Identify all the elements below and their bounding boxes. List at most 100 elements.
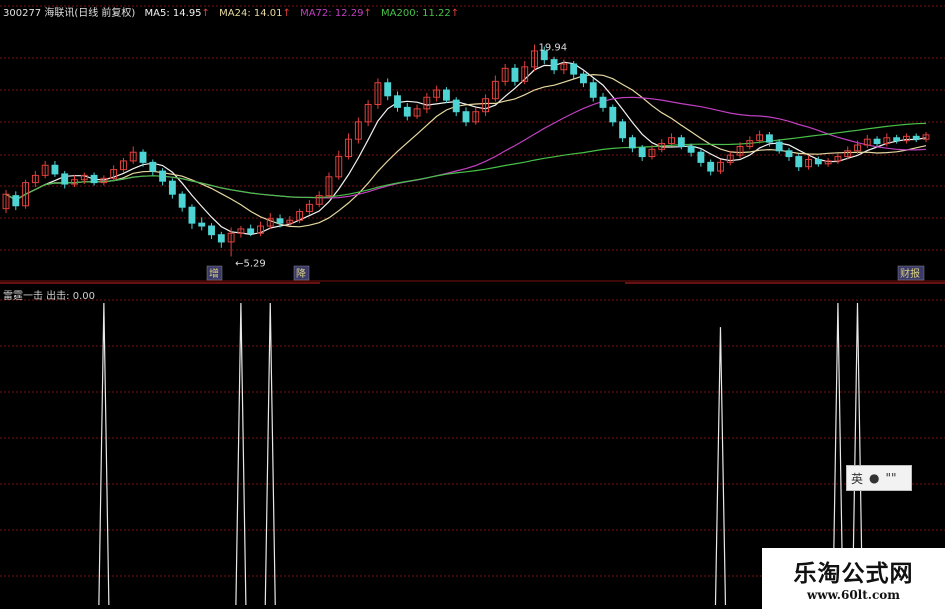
- moving-average-lines: [5, 61, 927, 236]
- candle: [824, 158, 832, 167]
- candle-body: [51, 164, 59, 175]
- candle: [120, 158, 127, 173]
- candle: [51, 160, 59, 177]
- candle: [198, 217, 206, 231]
- main-chart-header: 300277 海联讯(日线 前复权) MA5: 14.95↑ MA24: 14.…: [3, 4, 465, 19]
- candle: [168, 178, 176, 199]
- candle-body: [765, 134, 773, 143]
- candle: [893, 134, 901, 144]
- candle: [325, 172, 333, 199]
- candle: [726, 150, 734, 166]
- candlestick-series: [2, 44, 930, 257]
- candle: [41, 160, 49, 179]
- price-annotation: 19.94: [539, 43, 568, 54]
- candle-body: [795, 156, 803, 168]
- candle: [452, 97, 460, 117]
- candle-body: [785, 150, 793, 158]
- candle-body: [550, 59, 558, 71]
- candle-body: [159, 170, 167, 182]
- candle: [257, 221, 264, 237]
- ma5-line: [5, 61, 927, 236]
- candle: [110, 165, 118, 182]
- candle: [22, 179, 30, 209]
- watermark-title: 乐淘公式网: [793, 561, 914, 587]
- candle: [873, 136, 881, 147]
- candle: [550, 56, 558, 75]
- candle: [413, 104, 421, 119]
- candle: [149, 159, 157, 176]
- indicator-signal-series: [98, 302, 864, 606]
- candle-body: [589, 82, 597, 98]
- candle: [364, 100, 372, 127]
- candle: [423, 92, 431, 114]
- candle-body: [188, 206, 196, 224]
- event-marker: 增: [209, 267, 219, 280]
- candle-body: [198, 222, 206, 227]
- price-annotation: ←5.29: [235, 259, 266, 270]
- ime-toolbar[interactable]: 英 ● "": [846, 465, 912, 491]
- candle: [90, 172, 98, 186]
- candle-body: [697, 151, 705, 163]
- candle: [697, 149, 705, 167]
- candle-body: [217, 234, 225, 243]
- candle: [834, 153, 842, 164]
- candle: [668, 133, 675, 147]
- candle: [717, 159, 724, 174]
- candle: [2, 189, 10, 214]
- candle: [31, 171, 39, 187]
- candle: [433, 85, 441, 102]
- candle: [345, 133, 352, 160]
- candle: [619, 118, 627, 143]
- candle: [922, 131, 930, 143]
- candle: [628, 134, 636, 153]
- candle-body: [178, 193, 186, 208]
- candle-body: [619, 121, 627, 139]
- upper-grid: [0, 5, 945, 282]
- candle: [511, 63, 519, 86]
- ime-punct-icon[interactable]: "": [886, 471, 897, 485]
- candle: [580, 71, 587, 88]
- candle-body: [638, 147, 646, 158]
- candle: [178, 191, 186, 212]
- candle-body: [394, 95, 401, 108]
- candle: [61, 171, 69, 189]
- candle-body: [168, 180, 176, 195]
- candle-body: [462, 111, 470, 123]
- candle: [12, 191, 20, 211]
- ma5-value: MA5: 14.95↑: [144, 8, 210, 19]
- candle: [482, 94, 490, 117]
- candle: [805, 155, 812, 170]
- candle-body: [775, 141, 783, 152]
- candle: [775, 139, 783, 154]
- candle: [100, 175, 108, 186]
- lower-grid: [0, 282, 945, 577]
- candle-body: [442, 89, 450, 101]
- event-marker: 财报: [900, 267, 920, 280]
- ma24-value: MA24: 14.01↑: [219, 8, 291, 19]
- stock-chart-screen: 19.94 ←5.29 增 降 财报 300277 海联讯(日线 前复权) MA5: 1…: [0, 0, 945, 609]
- candle-body: [149, 161, 157, 172]
- candle: [188, 204, 196, 229]
- candle: [374, 78, 382, 109]
- ma200-value: MA200: 11.22↑: [381, 8, 460, 19]
- candle-body: [628, 137, 636, 149]
- candle: [785, 147, 793, 161]
- candle: [237, 226, 245, 238]
- candle-body: [873, 138, 881, 145]
- ime-lang-toggle[interactable]: 英: [851, 470, 863, 487]
- candle-body: [814, 158, 822, 165]
- signal-spike: [235, 302, 247, 606]
- candle: [462, 107, 470, 127]
- candle: [354, 117, 362, 144]
- indicator-header: 雷霆一击 出击: 0.00: [3, 291, 95, 302]
- candle: [570, 61, 578, 79]
- candle-body: [677, 137, 685, 147]
- signal-spike: [98, 302, 110, 606]
- watermark-url: www.60lt.com: [807, 588, 900, 602]
- ime-mode-icon[interactable]: ●: [869, 471, 879, 485]
- candle: [71, 175, 78, 187]
- candle: [472, 107, 480, 125]
- candle: [560, 59, 568, 75]
- candle-body: [599, 96, 607, 108]
- candle-body: [276, 218, 284, 224]
